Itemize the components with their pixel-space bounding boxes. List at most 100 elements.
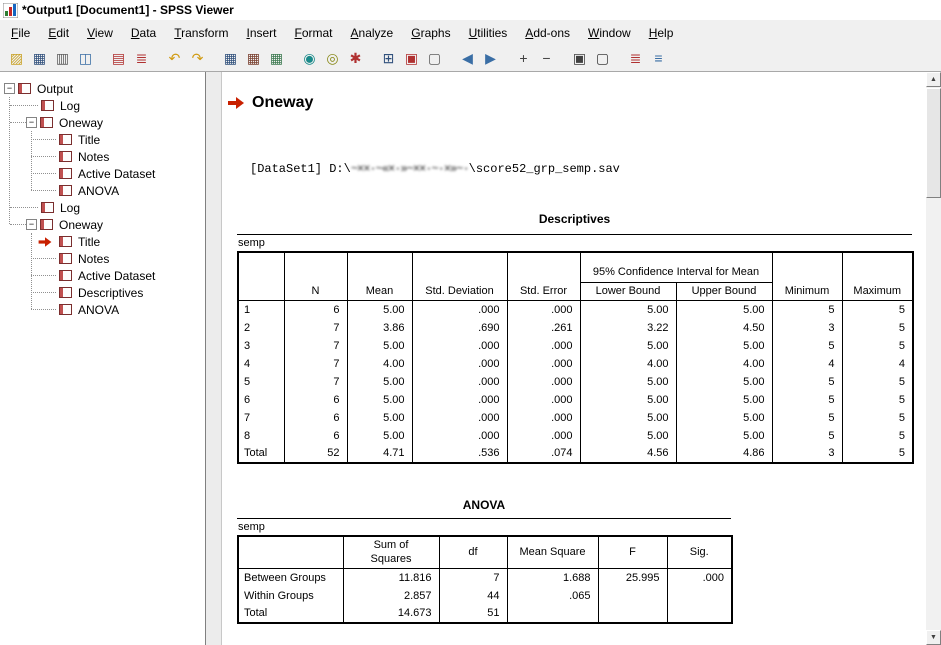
menu-analyze[interactable]: Analyze (342, 23, 403, 43)
menu-window[interactable]: Window (579, 23, 640, 43)
tree-item-label: ANOVA (76, 184, 121, 198)
table-cell: 5 (772, 373, 842, 391)
export-output-icon[interactable]: ▤ (107, 48, 130, 69)
goto-data-icon[interactable]: ▦ (219, 48, 242, 69)
outline-collapse-icon[interactable]: ≡ (647, 48, 670, 69)
menu-add-ons[interactable]: Add-ons (516, 23, 579, 43)
tree-item-label: Oneway (57, 218, 105, 232)
tree-item-output[interactable]: −Output (0, 80, 205, 97)
insert-title-icon[interactable]: ▣ (400, 48, 423, 69)
table-cell: 5 (842, 373, 913, 391)
descriptives-table[interactable]: NMeanStd. DeviationStd. Error95% Confide… (237, 251, 914, 464)
goto-output-icon[interactable]: ✱ (344, 48, 367, 69)
undo-icon[interactable]: ↶ (163, 48, 186, 69)
variables-icon[interactable]: ▦ (265, 48, 288, 69)
pane-splitter[interactable] (206, 72, 222, 645)
table-cell: 4.71 (347, 445, 412, 463)
tree-item-log[interactable]: Log (0, 199, 205, 216)
menu-transform[interactable]: Transform (165, 23, 237, 43)
table-cell: 25.995 (598, 569, 667, 587)
scrollbar-thumb[interactable] (926, 88, 941, 198)
vertical-scrollbar[interactable]: ▲ ▼ (926, 72, 941, 645)
table-cell: .261 (507, 319, 580, 337)
expand-item-icon[interactable]: + (512, 48, 535, 69)
tree-guide (31, 233, 32, 309)
scroll-up-icon[interactable]: ▲ (926, 72, 941, 87)
row-label: 5 (238, 373, 284, 391)
collapse-icon[interactable]: − (26, 219, 37, 230)
show-item-icon[interactable]: ▣ (568, 48, 591, 69)
table-cell: 11.816 (343, 569, 439, 587)
designate-window-icon[interactable]: ◎ (321, 48, 344, 69)
table-cell: 3.22 (580, 319, 676, 337)
promote-item-icon[interactable]: ◀ (456, 48, 479, 69)
tree-item-oneway[interactable]: − Oneway (0, 114, 205, 131)
table-cell: .000 (412, 355, 507, 373)
table-cell: .000 (412, 373, 507, 391)
anova-icon (59, 304, 72, 315)
current-item-arrow-icon (39, 237, 52, 247)
menu-data[interactable]: Data (122, 23, 165, 43)
tree-connector (31, 190, 56, 191)
menu-utilities[interactable]: Utilities (460, 23, 517, 43)
column-header: Std. Error (507, 252, 580, 301)
menu-format[interactable]: Format (286, 23, 342, 43)
menu-view[interactable]: View (78, 23, 122, 43)
table-cell: .536 (412, 445, 507, 463)
insert-heading-icon[interactable]: ⊞ (377, 48, 400, 69)
tree-item-label: Active Dataset (76, 167, 157, 181)
tree-item-log[interactable]: Log (0, 97, 205, 114)
scroll-down-icon[interactable]: ▼ (926, 630, 941, 645)
open-file-icon[interactable]: ▨ (5, 48, 28, 69)
table-cell: 5.00 (347, 427, 412, 445)
menu-help[interactable]: Help (640, 23, 683, 43)
print-preview-icon[interactable]: ◫ (74, 48, 97, 69)
table-cell: 3 (772, 319, 842, 337)
select-last-output-icon[interactable]: ◉ (298, 48, 321, 69)
row-label: 2 (238, 319, 284, 337)
table-cell (667, 605, 732, 623)
redo-icon[interactable]: ↷ (186, 48, 209, 69)
table-cell: 5 (772, 301, 842, 319)
tree-item-label: Descriptives (76, 286, 145, 300)
log-suffix: \score52_grp_semp.sav (469, 162, 620, 176)
menu-edit[interactable]: Edit (39, 23, 78, 43)
anova-title: ANOVA (237, 498, 731, 512)
table-row: 865.00.000.0005.005.0055 (238, 427, 913, 445)
recall-dialog-icon[interactable]: ≣ (130, 48, 153, 69)
column-header: Std. Deviation (412, 252, 507, 301)
insert-text-icon[interactable]: ▢ (423, 48, 446, 69)
column-header: N (284, 252, 347, 301)
collapse-item-icon[interactable]: − (535, 48, 558, 69)
table-cell: 4.00 (580, 355, 676, 373)
anova-table[interactable]: Sum of SquaresdfMean SquareFSig.Between … (237, 535, 733, 624)
menu-file[interactable]: File (2, 23, 39, 43)
outline-expand-icon[interactable]: ≣ (624, 48, 647, 69)
table-cell: 5.00 (676, 373, 772, 391)
table-cell: 5.00 (347, 337, 412, 355)
notes-icon (59, 253, 72, 264)
table-cell: .000 (507, 409, 580, 427)
save-file-icon[interactable]: ▦ (28, 48, 51, 69)
table-row: 375.00.000.0005.005.0055 (238, 337, 913, 355)
tree-item-label: Notes (76, 252, 111, 266)
demote-item-icon[interactable]: ▶ (479, 48, 502, 69)
tree-item-oneway[interactable]: − Oneway (0, 216, 205, 233)
column-header: F (598, 536, 667, 569)
tree-item-label: Oneway (57, 116, 105, 130)
collapse-icon[interactable]: − (4, 83, 15, 94)
table-row: Total524.71.536.0744.564.8635 (238, 445, 913, 463)
column-header: Maximum (842, 252, 913, 301)
menu-insert[interactable]: Insert (237, 23, 285, 43)
hide-item-icon[interactable]: ▢ (591, 48, 614, 69)
table-cell: 5.00 (580, 427, 676, 445)
collapse-icon[interactable]: − (26, 117, 37, 128)
goto-case-icon[interactable]: ▦ (242, 48, 265, 69)
print-icon[interactable]: ▥ (51, 48, 74, 69)
tree-guide (9, 97, 10, 224)
table-row: 765.00.000.0005.005.0055 (238, 409, 913, 427)
oneway-icon (40, 219, 53, 230)
menu-graphs[interactable]: Graphs (402, 23, 459, 43)
table-cell (507, 605, 598, 623)
row-label: Within Groups (238, 587, 343, 605)
